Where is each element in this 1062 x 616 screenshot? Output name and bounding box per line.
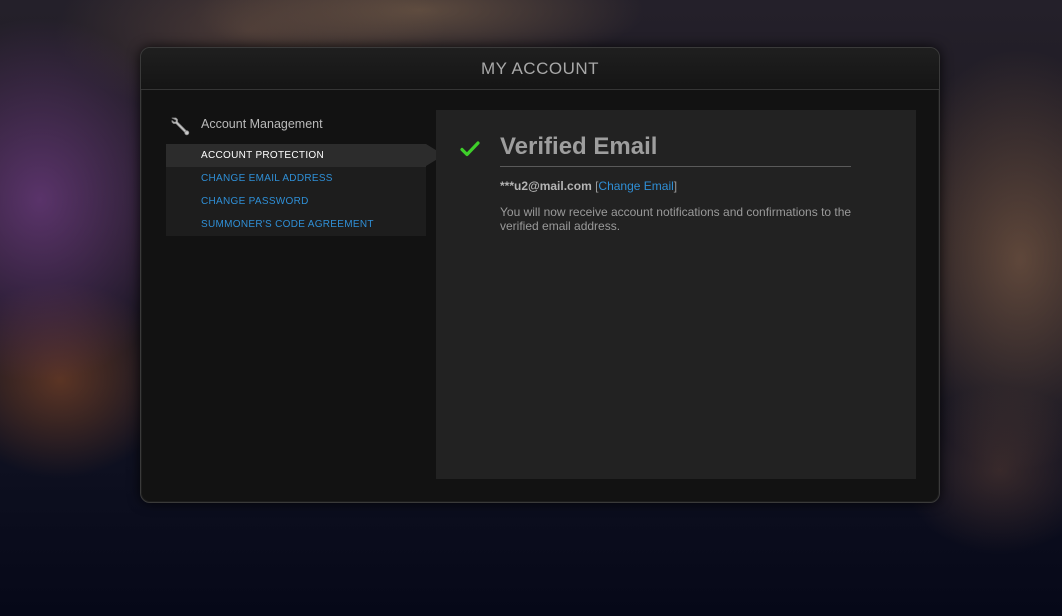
sidebar-item-change-password[interactable]: CHANGE PASSWORD <box>166 190 426 213</box>
sidebar-item-account-protection[interactable]: ACCOUNT PROTECTION <box>166 144 444 167</box>
verification-notice: You will now receive account notificatio… <box>500 205 852 233</box>
sidebar-heading-label: Account Management <box>201 117 323 131</box>
content-panel: Verified Email ***u2@mail.com [Change Em… <box>436 110 916 479</box>
sidebar-menu: ACCOUNT PROTECTION CHANGE EMAIL ADDRESS … <box>166 144 444 236</box>
sidebar-heading: Account Management <box>166 110 426 140</box>
account-panel: MY ACCOUNT Account Management ACCOUNT PR… <box>140 47 940 503</box>
change-email-link[interactable]: Change Email <box>598 179 673 193</box>
title-divider <box>500 166 851 167</box>
sidebar-item-summoners-code-agreement[interactable]: SUMMONER'S CODE AGREEMENT <box>166 213 426 236</box>
wrench-icon <box>171 117 190 136</box>
panel-header: MY ACCOUNT <box>141 48 939 90</box>
email-address: ***u2@mail.com <box>500 179 592 193</box>
bracket-close: ] <box>673 179 678 193</box>
page-title: MY ACCOUNT <box>480 59 600 78</box>
check-icon <box>460 141 480 157</box>
sidebar-item-change-email-address[interactable]: CHANGE EMAIL ADDRESS <box>166 167 426 190</box>
sidebar: Account Management ACCOUNT PROTECTION CH… <box>166 110 444 236</box>
email-line: ***u2@mail.com [Change Email] <box>500 179 677 193</box>
verified-email-title: Verified Email <box>500 133 658 160</box>
